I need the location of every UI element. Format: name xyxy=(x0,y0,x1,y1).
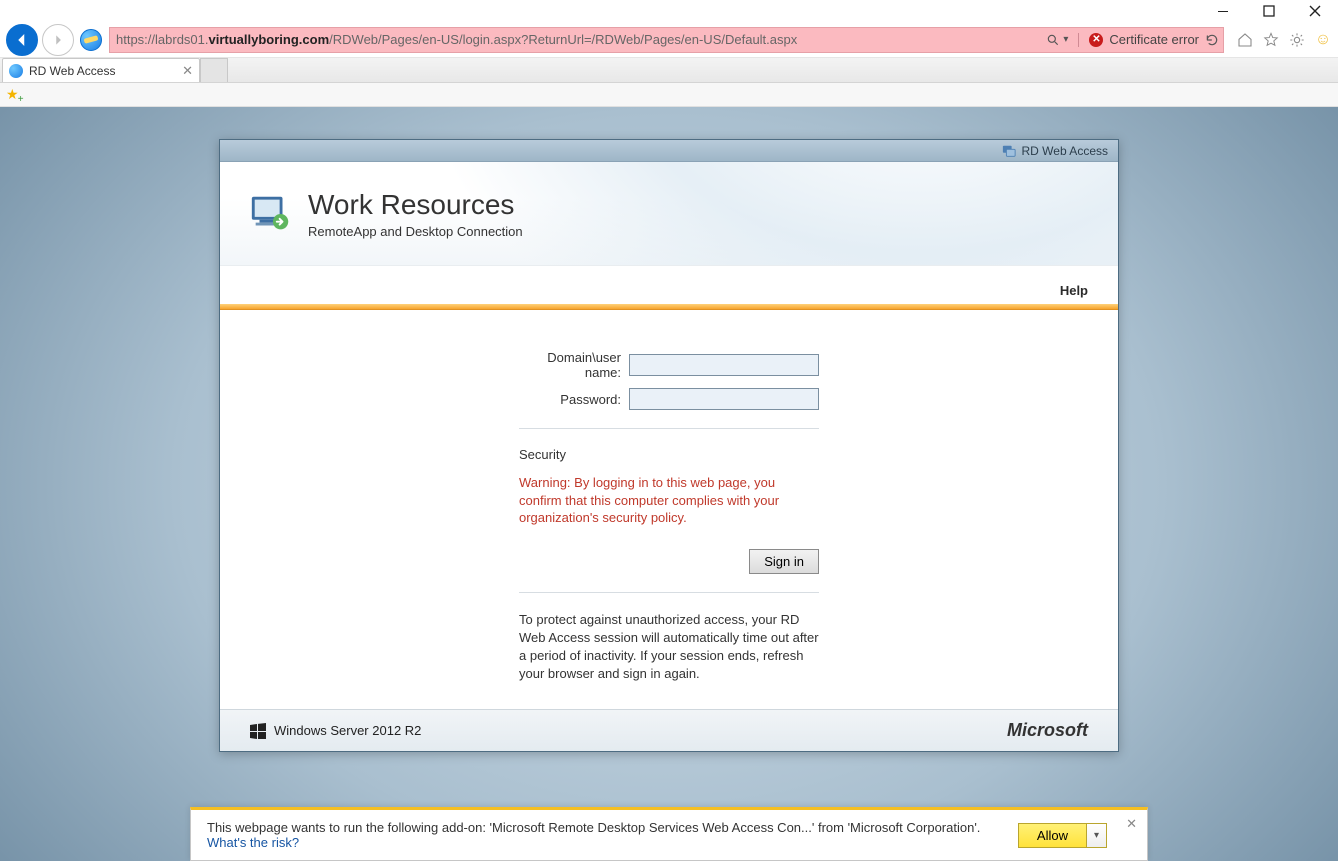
allow-button[interactable]: Allow xyxy=(1018,823,1087,848)
feedback-smiley-icon[interactable]: ☺ xyxy=(1314,31,1332,49)
addon-notification-bar: This webpage wants to run the following … xyxy=(190,807,1148,861)
page-subtitle: RemoteApp and Desktop Connection xyxy=(308,224,523,239)
tab-close-button[interactable]: ✕ xyxy=(182,63,193,79)
ie-logo-icon xyxy=(80,29,102,51)
username-label: Domain\user name: xyxy=(519,350,629,380)
tab-active[interactable]: RD Web Access ✕ xyxy=(2,58,200,82)
window-maximize-button[interactable] xyxy=(1246,0,1292,22)
cert-error-icon[interactable]: ✕ xyxy=(1089,33,1103,47)
add-favorite-icon[interactable]: ★ xyxy=(6,86,19,103)
address-bar[interactable]: https://labrds01.virtuallyboring.com/RDW… xyxy=(109,27,1224,53)
tab-title: RD Web Access xyxy=(29,64,115,78)
window-minimize-button[interactable] xyxy=(1200,0,1246,22)
browser-tool-icons: ☺ xyxy=(1228,31,1332,49)
allow-dropdown-button[interactable]: ▾ xyxy=(1087,823,1107,848)
login-form-area: Domain\user name: Password: Security War… xyxy=(220,310,1118,709)
help-link[interactable]: Help xyxy=(1060,283,1088,298)
search-dropdown-icon[interactable]: ▾ xyxy=(1063,34,1068,45)
panel-header: RD Web Access xyxy=(220,140,1118,162)
rdweb-panel: RD Web Access Work Resources RemoteApp a… xyxy=(219,139,1119,752)
favorites-bar: ★ xyxy=(0,83,1338,107)
rdweb-small-icon xyxy=(1002,144,1016,158)
refresh-icon[interactable] xyxy=(1205,33,1219,47)
footer-brand: Microsoft xyxy=(1007,720,1088,741)
windows-logo-icon xyxy=(250,723,266,739)
cert-error-label[interactable]: Certificate error xyxy=(1109,32,1199,47)
search-icon[interactable] xyxy=(1046,33,1060,47)
timeout-info: To protect against unauthorized access, … xyxy=(519,611,819,684)
window-close-button[interactable] xyxy=(1292,0,1338,22)
address-toolbar: https://labrds01.virtuallyboring.com/RDW… xyxy=(0,22,1338,58)
risk-link[interactable]: What's the risk? xyxy=(207,835,299,850)
page-viewport: RD Web Access Work Resources RemoteApp a… xyxy=(0,107,1338,861)
password-input[interactable] xyxy=(629,388,819,410)
footer-product-label: Windows Server 2012 R2 xyxy=(274,723,421,738)
panel-footer: Windows Server 2012 R2 Microsoft xyxy=(220,709,1118,751)
url-text: https://labrds01.virtuallyboring.com/RDW… xyxy=(116,32,1046,47)
tab-strip: RD Web Access ✕ xyxy=(0,58,1338,83)
username-input[interactable] xyxy=(629,354,819,376)
password-label: Password: xyxy=(519,392,629,407)
security-heading: Security xyxy=(519,447,819,462)
work-resources-icon xyxy=(248,191,294,237)
notification-close-button[interactable]: ✕ xyxy=(1126,816,1137,832)
new-tab-button[interactable] xyxy=(200,58,228,82)
favorites-icon[interactable] xyxy=(1262,31,1280,49)
back-button[interactable] xyxy=(6,24,38,56)
brand-row: Work Resources RemoteApp and Desktop Con… xyxy=(220,162,1118,266)
security-warning: Warning: By logging in to this web page,… xyxy=(519,474,819,527)
page-title: Work Resources xyxy=(308,189,523,221)
notification-message: This webpage wants to run the following … xyxy=(207,820,998,835)
home-icon[interactable] xyxy=(1236,31,1254,49)
window-controls xyxy=(1200,0,1338,22)
tools-gear-icon[interactable] xyxy=(1288,31,1306,49)
panel-header-label: RD Web Access xyxy=(1022,144,1108,158)
page-favicon-icon xyxy=(9,64,23,78)
forward-button[interactable] xyxy=(42,24,74,56)
signin-button[interactable]: Sign in xyxy=(749,549,819,574)
